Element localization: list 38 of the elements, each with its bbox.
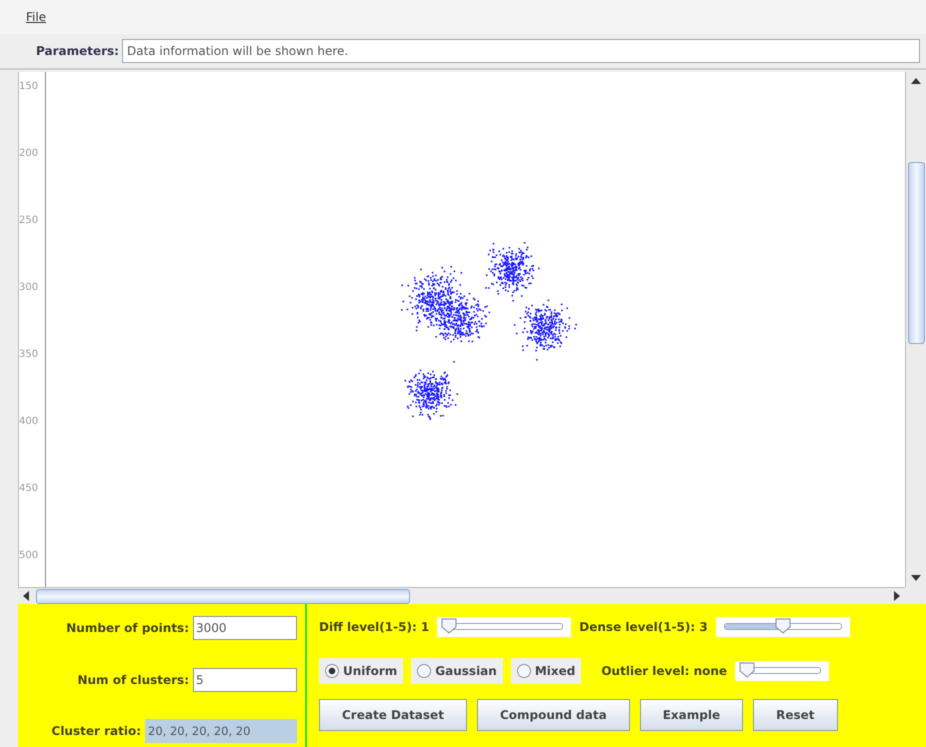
radio-button[interactable]: Uniform (319, 658, 404, 684)
slider-label: Dense level(1-5): 3 (579, 620, 708, 634)
scroll-thumb[interactable] (36, 589, 410, 604)
slider-label: Outlier level: none (601, 664, 728, 678)
radio-circle-icon[interactable] (516, 664, 531, 678)
radio-circle-icon[interactable] (325, 664, 339, 678)
action-button[interactable]: Create Dataset (319, 699, 467, 731)
parameters-label: Parameters: (36, 44, 119, 58)
field-label: Cluster ratio: (52, 724, 141, 738)
action-button[interactable]: Example (640, 699, 744, 731)
slider[interactable] (716, 617, 850, 637)
slider-label: Diff level(1-5): 1 (319, 620, 430, 634)
y-tick-label: 300 (19, 281, 38, 295)
y-tick-label: 200 (19, 147, 38, 161)
field-label: Num of clusters: (77, 672, 189, 686)
text-field[interactable]: 3000 (193, 616, 297, 640)
parameters-field[interactable]: Data information will be shown here. (122, 39, 920, 63)
y-tick-label: 150 (19, 80, 38, 94)
slider[interactable] (735, 661, 830, 681)
scroll-thumb[interactable] (908, 162, 925, 344)
radio-circle-icon[interactable] (417, 664, 432, 678)
menu-item[interactable]: File (26, 10, 46, 24)
field-label: Number of points: (66, 621, 189, 635)
slider-thumb-icon[interactable] (774, 618, 791, 634)
slider[interactable] (437, 617, 572, 637)
y-tick-label: 400 (19, 415, 38, 429)
radio-button[interactable]: Mixed (510, 658, 582, 684)
text-field[interactable]: 20, 20, 20, 20, 20 (145, 719, 297, 743)
y-tick-label: 500 (19, 549, 38, 563)
radio-button[interactable]: Gaussian (411, 658, 503, 684)
y-tick-label: 250 (19, 214, 38, 228)
action-button[interactable]: Compound data (476, 699, 630, 731)
slider-thumb-icon[interactable] (441, 618, 458, 634)
y-tick-label: 450 (19, 482, 38, 496)
text-field[interactable]: 5 (193, 668, 297, 692)
action-button[interactable]: Reset (753, 699, 838, 731)
slider-thumb-icon[interactable] (739, 662, 756, 678)
y-tick-label: 350 (19, 348, 38, 362)
